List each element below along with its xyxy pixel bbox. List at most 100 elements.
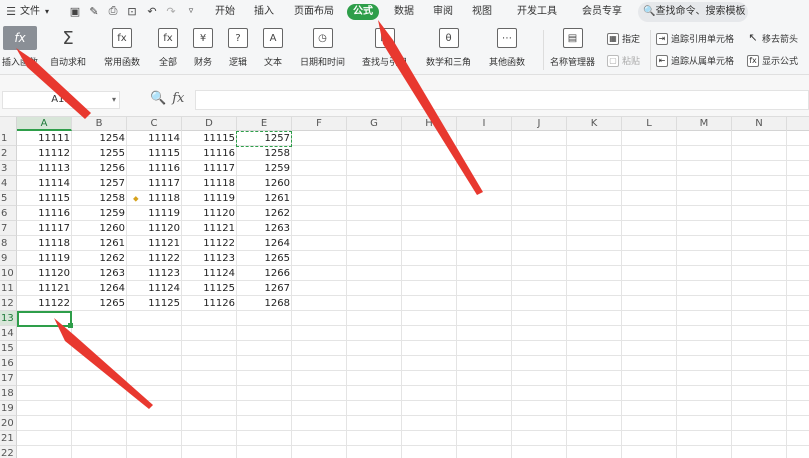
cell-D12[interactable]: 11126 <box>182 296 237 311</box>
column-header-I[interactable]: I <box>457 117 512 131</box>
cell-E9[interactable]: 1265 <box>237 251 292 266</box>
cell-E8[interactable]: 1264 <box>237 236 292 251</box>
specify-button[interactable]: ▦ 指定 <box>607 32 640 45</box>
cell-C3[interactable]: 11116 <box>127 161 182 176</box>
column-header-F[interactable]: F <box>292 117 347 131</box>
cell-C4[interactable]: 11117 <box>127 176 182 191</box>
column-header-C[interactable]: C <box>127 117 182 131</box>
row-header-17[interactable]: 17 <box>0 371 17 386</box>
cell-B4[interactable]: 1257 <box>72 176 127 191</box>
cell-C11[interactable]: 11124 <box>127 281 182 296</box>
cell-A10[interactable]: 11120 <box>17 266 72 281</box>
print-preview-icon[interactable]: ⊡ <box>125 4 139 18</box>
cell-D11[interactable]: 11125 <box>182 281 237 296</box>
cell-D10[interactable]: 11124 <box>182 266 237 281</box>
row-header-16[interactable]: 16 <box>0 356 17 371</box>
chevron-down-icon[interactable]: ▾ <box>112 92 116 108</box>
lookup-reference-button[interactable]: ⊡ 查找与引用 <box>362 28 407 68</box>
autosum-button[interactable]: Σ 自动求和 <box>50 28 86 69</box>
cell-D9[interactable]: 11123 <box>182 251 237 266</box>
tab-view[interactable]: 视图 <box>472 4 492 20</box>
more-functions-button[interactable]: ⋯ 其他函数 <box>489 28 525 68</box>
cell-B7[interactable]: 1260 <box>72 221 127 236</box>
cell-E11[interactable]: 1267 <box>237 281 292 296</box>
cell-E2[interactable]: 1258 <box>237 146 292 161</box>
column-header-M[interactable]: M <box>677 117 732 131</box>
row-header-14[interactable]: 14 <box>0 326 17 341</box>
autofill-options-icon[interactable]: ⬥ <box>133 194 141 203</box>
row-header-13[interactable]: 13 <box>0 311 17 326</box>
column-header-K[interactable]: K <box>567 117 622 131</box>
column-header-A[interactable]: A <box>17 117 72 131</box>
cell-C12[interactable]: 11125 <box>127 296 182 311</box>
fill-handle[interactable] <box>68 323 73 328</box>
cell-B2[interactable]: 1255 <box>72 146 127 161</box>
tab-page-layout[interactable]: 页面布局 <box>294 4 334 20</box>
row-header-12[interactable]: 12 <box>0 296 17 311</box>
chevron-down-icon[interactable]: ▾ <box>45 4 49 20</box>
insert-function-fx-icon[interactable]: fx <box>172 91 184 106</box>
print-icon[interactable]: ⎙ <box>106 4 120 18</box>
all-functions-button[interactable]: fx 全部 <box>158 28 178 68</box>
cell-E3[interactable]: 1259 <box>237 161 292 176</box>
hamburger-menu-icon[interactable]: ☰ <box>4 4 18 18</box>
trace-dependents-button[interactable]: ⇤ 追踪从属单元格 <box>656 54 734 67</box>
row-header-8[interactable]: 8 <box>0 236 17 251</box>
date-time-button[interactable]: ◷ 日期和时间 <box>300 28 345 68</box>
show-formulas-button[interactable]: fx 显示公式 <box>747 54 798 67</box>
row-header-10[interactable]: 10 <box>0 266 17 281</box>
undo-icon[interactable]: ↶ <box>145 4 159 18</box>
row-header-3[interactable]: 3 <box>0 161 17 176</box>
cell-B8[interactable]: 1261 <box>72 236 127 251</box>
cell-D5[interactable]: 11119 <box>182 191 237 206</box>
name-manager-button[interactable]: ▤ 名称管理器 <box>550 28 595 68</box>
save-icon[interactable]: ▣ <box>68 4 82 18</box>
tab-home[interactable]: 开始 <box>215 4 235 20</box>
format-painter-icon[interactable]: ✎ <box>87 4 101 18</box>
column-header-E[interactable]: E <box>237 117 292 131</box>
cell-A8[interactable]: 11118 <box>17 236 72 251</box>
formula-input[interactable] <box>195 90 809 110</box>
cell-B11[interactable]: 1264 <box>72 281 127 296</box>
zoom-icon[interactable]: 🔍 <box>150 91 166 106</box>
customize-toolbar-icon[interactable]: ▿ <box>184 4 198 18</box>
row-header-4[interactable]: 4 <box>0 176 17 191</box>
cell-A3[interactable]: 11113 <box>17 161 72 176</box>
file-menu[interactable]: 文件 <box>20 4 40 20</box>
logical-button[interactable]: ? 逻辑 <box>228 28 248 68</box>
math-trig-button[interactable]: θ 数学和三角 <box>426 28 471 68</box>
cell-grid[interactable]: 11111 1254 11114 11115 1257 11112 1255 11115 111… <box>17 131 809 458</box>
tab-insert[interactable]: 插入 <box>254 4 274 20</box>
cell-B6[interactable]: 1259 <box>72 206 127 221</box>
remove-arrows-button[interactable]: ↖ 移去箭头 <box>747 32 798 46</box>
column-header-L[interactable]: L <box>622 117 677 131</box>
column-header-D[interactable]: D <box>182 117 237 131</box>
cell-C1[interactable]: 11114 <box>127 131 182 146</box>
row-header-18[interactable]: 18 <box>0 386 17 401</box>
cell-D6[interactable]: 11120 <box>182 206 237 221</box>
cell-A9[interactable]: 11119 <box>17 251 72 266</box>
cell-A5[interactable]: 11115 <box>17 191 72 206</box>
cell-E6[interactable]: 1262 <box>237 206 292 221</box>
row-header-15[interactable]: 15 <box>0 341 17 356</box>
tab-developer[interactable]: 开发工具 <box>517 4 557 20</box>
cell-E10[interactable]: 1266 <box>237 266 292 281</box>
cell-C7[interactable]: 11120 <box>127 221 182 236</box>
row-header-1[interactable]: 1 <box>0 131 17 146</box>
cell-D4[interactable]: 11118 <box>182 176 237 191</box>
name-box[interactable]: A13 ▾ <box>2 91 120 109</box>
cell-E4[interactable]: 1260 <box>237 176 292 191</box>
row-header-20[interactable]: 20 <box>0 416 17 431</box>
row-header-6[interactable]: 6 <box>0 206 17 221</box>
tab-data[interactable]: 数据 <box>394 4 414 20</box>
cell-D2[interactable]: 11116 <box>182 146 237 161</box>
cell-B3[interactable]: 1256 <box>72 161 127 176</box>
select-all-corner[interactable] <box>0 117 17 131</box>
column-header-B[interactable]: B <box>72 117 127 131</box>
cell-E5[interactable]: 1261 <box>237 191 292 206</box>
trace-precedents-button[interactable]: ⇥ 追踪引用单元格 <box>656 32 734 45</box>
cell-C6[interactable]: 11119 <box>127 206 182 221</box>
row-header-2[interactable]: 2 <box>0 146 17 161</box>
text-functions-button[interactable]: A 文本 <box>263 28 283 68</box>
cell-D1[interactable]: 11115 <box>182 131 237 146</box>
